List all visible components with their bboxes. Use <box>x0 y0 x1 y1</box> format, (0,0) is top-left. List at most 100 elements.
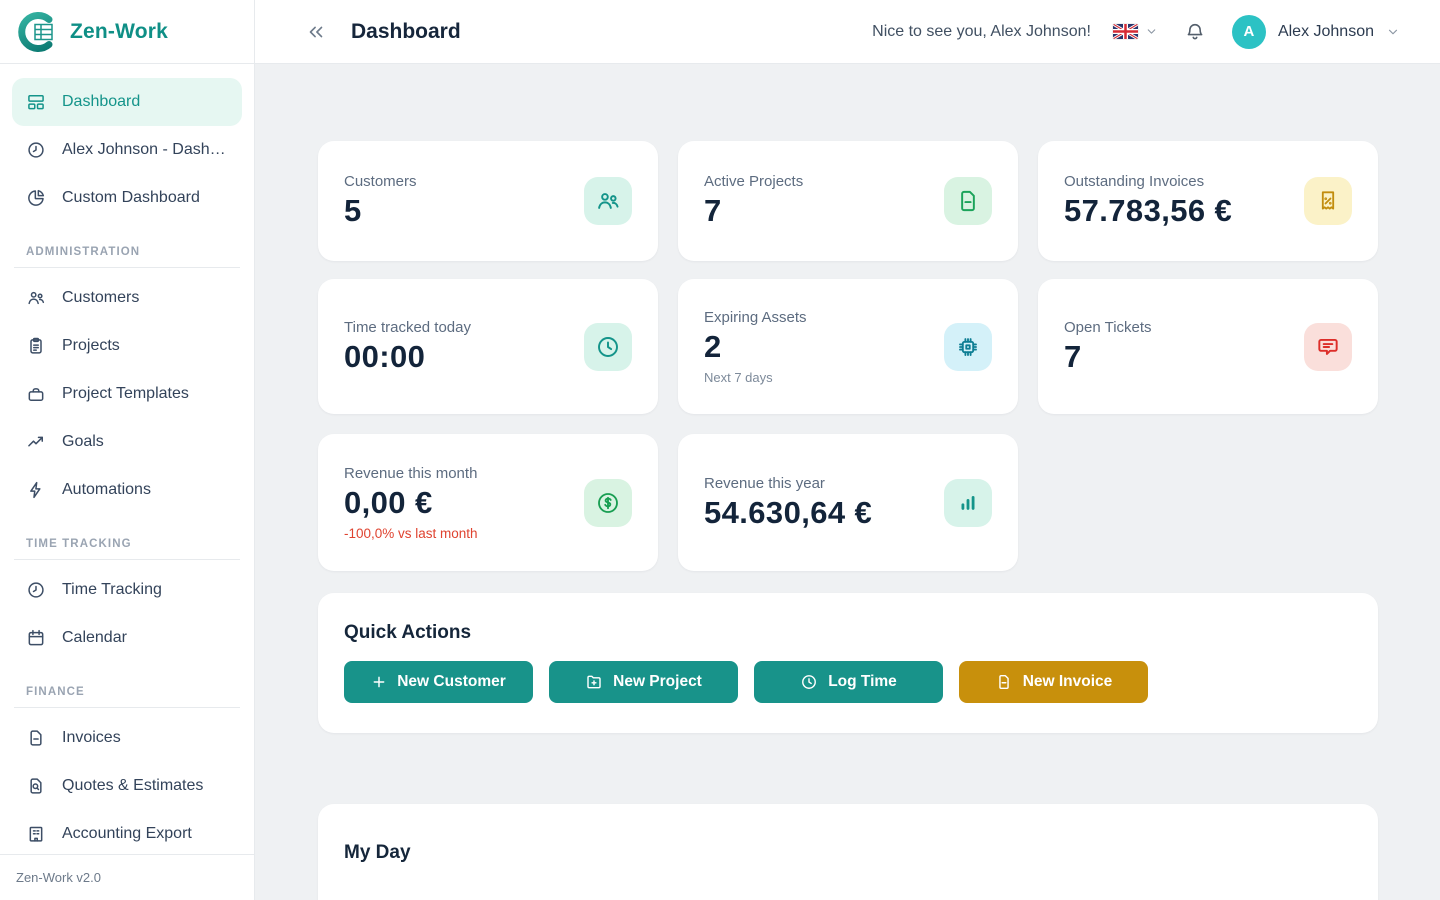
log-time-button[interactable]: Log Time <box>754 661 943 703</box>
sidebar: Zen-Work Dashboard Alex Johnson - Dashb… <box>0 0 255 900</box>
sidebar-section-finance: FINANCE <box>12 662 242 707</box>
sidebar-item-label: Project Templates <box>62 385 189 403</box>
clock-icon <box>26 580 46 600</box>
stat-card-expiring-assets[interactable]: Expiring Assets 2 Next 7 days <box>678 279 1018 414</box>
new-invoice-button[interactable]: New Invoice <box>959 661 1148 703</box>
stat-card-outstanding-invoices[interactable]: Outstanding Invoices 57.783,56 € <box>1038 141 1378 261</box>
stat-card-time-tracked[interactable]: Time tracked today 00:00 <box>318 279 658 414</box>
quick-actions-buttons: New Customer New Project <box>344 661 1352 703</box>
chat-bubble-icon <box>1304 323 1352 371</box>
sidebar-item-projects[interactable]: Projects <box>12 322 242 370</box>
clock-icon <box>584 323 632 371</box>
button-label: New Project <box>613 673 702 691</box>
quote-search-icon <box>26 776 46 796</box>
stat-subtitle: Next 7 days <box>704 370 807 385</box>
sidebar-item-label: Dashboard <box>62 93 140 111</box>
dashboard-icon <box>26 92 46 112</box>
stat-value: 2 <box>704 329 807 365</box>
quick-actions-card: Quick Actions New Customer <box>318 593 1378 733</box>
sidebar-item-user-dashboard[interactable]: Alex Johnson - Dashb… <box>12 126 242 174</box>
sidebar-item-label: Time Tracking <box>62 581 162 599</box>
sidebar-item-invoices[interactable]: Invoices <box>12 714 242 762</box>
trending-up-icon <box>26 432 46 452</box>
my-day-card: My Day <box>318 804 1378 900</box>
users-group-icon <box>584 177 632 225</box>
lightning-icon <box>26 480 46 500</box>
stat-value: 57.783,56 € <box>1064 193 1232 229</box>
file-icon <box>944 177 992 225</box>
new-project-button[interactable]: New Project <box>549 661 738 703</box>
dashboard-content: Customers 5 Active Projects 7 <box>255 64 1440 900</box>
pie-chart-icon <box>26 188 46 208</box>
sidebar-item-project-templates[interactable]: Project Templates <box>12 370 242 418</box>
sidebar-collapse-button[interactable] <box>305 21 327 43</box>
my-day-title: My Day <box>344 842 1352 864</box>
sidebar-item-custom-dashboard[interactable]: Custom Dashboard <box>12 174 242 222</box>
stat-value: 54.630,64 € <box>704 495 872 531</box>
sidebar-item-label: Custom Dashboard <box>62 189 200 207</box>
clock-icon <box>800 673 818 691</box>
clipboard-icon <box>26 336 46 356</box>
sidebar-item-label: Invoices <box>62 729 121 747</box>
stat-label: Outstanding Invoices <box>1064 173 1232 190</box>
stat-label: Revenue this month <box>344 465 478 482</box>
stat-card-active-projects[interactable]: Active Projects 7 <box>678 141 1018 261</box>
plus-icon <box>371 674 387 690</box>
sidebar-item-label: Alex Johnson - Dashb… <box>62 141 228 159</box>
dollar-circle-icon <box>584 479 632 527</box>
folder-plus-icon <box>585 673 603 691</box>
sidebar-item-label: Projects <box>62 337 120 355</box>
button-label: Log Time <box>828 673 897 691</box>
sidebar-nav: Dashboard Alex Johnson - Dashb… Custom D… <box>0 64 254 854</box>
stat-label: Time tracked today <box>344 319 471 336</box>
sidebar-item-time-tracking[interactable]: Time Tracking <box>12 566 242 614</box>
sidebar-item-label: Quotes & Estimates <box>62 777 203 795</box>
sidebar-item-label: Automations <box>62 481 151 499</box>
stat-value: 7 <box>1064 339 1152 375</box>
user-menu[interactable]: A Alex Johnson <box>1232 15 1400 49</box>
sidebar-item-goals[interactable]: Goals <box>12 418 242 466</box>
stat-card-customers[interactable]: Customers 5 <box>318 141 658 261</box>
sidebar-item-label: Accounting Export <box>62 825 192 843</box>
stat-label: Active Projects <box>704 173 803 190</box>
stat-value: 00:00 <box>344 339 471 375</box>
stat-label: Open Tickets <box>1064 319 1152 336</box>
notifications-bell-icon[interactable] <box>1184 21 1206 43</box>
document-icon <box>26 728 46 748</box>
sidebar-item-customers[interactable]: Customers <box>12 274 242 322</box>
new-customer-button[interactable]: New Customer <box>344 661 533 703</box>
sidebar-item-quotes-estimates[interactable]: Quotes & Estimates <box>12 762 242 810</box>
stat-card-revenue-year[interactable]: Revenue this year 54.630,64 € <box>678 434 1018 571</box>
sidebar-item-label: Calendar <box>62 629 127 647</box>
chevron-down-icon <box>1145 25 1158 38</box>
sidebar-item-dashboard[interactable]: Dashboard <box>12 78 242 126</box>
button-label: New Customer <box>397 673 506 691</box>
stat-card-revenue-month[interactable]: Revenue this month 0,00 € -100,0% vs las… <box>318 434 658 571</box>
main-area: Dashboard Nice to see you, Alex Johnson! <box>255 0 1440 900</box>
stat-value: 7 <box>704 193 803 229</box>
uk-flag-icon <box>1113 24 1138 39</box>
sidebar-item-label: Goals <box>62 433 104 451</box>
stats-row-1: Customers 5 Active Projects 7 <box>318 141 1378 261</box>
brand-home-link[interactable]: Zen-Work <box>0 0 254 64</box>
sidebar-item-automations[interactable]: Automations <box>12 466 242 514</box>
chip-icon <box>944 323 992 371</box>
stat-label: Revenue this year <box>704 475 872 492</box>
app-version: Zen-Work v2.0 <box>0 854 254 900</box>
file-icon <box>995 673 1013 691</box>
user-name: Alex Johnson <box>1278 23 1374 41</box>
bar-chart-icon <box>944 479 992 527</box>
stat-value: 0,00 € <box>344 485 478 521</box>
clock-icon <box>26 140 46 160</box>
sidebar-item-accounting-export[interactable]: Accounting Export <box>12 810 242 854</box>
stat-card-open-tickets[interactable]: Open Tickets 7 <box>1038 279 1378 414</box>
zen-work-logo-icon <box>14 10 58 54</box>
avatar: A <box>1232 15 1266 49</box>
sidebar-item-calendar[interactable]: Calendar <box>12 614 242 662</box>
language-selector[interactable] <box>1113 24 1158 39</box>
sidebar-section-time-tracking: TIME TRACKING <box>12 514 242 559</box>
building-icon <box>26 824 46 844</box>
calendar-icon <box>26 628 46 648</box>
stat-label: Expiring Assets <box>704 309 807 326</box>
brand-name: Zen-Work <box>70 20 168 44</box>
